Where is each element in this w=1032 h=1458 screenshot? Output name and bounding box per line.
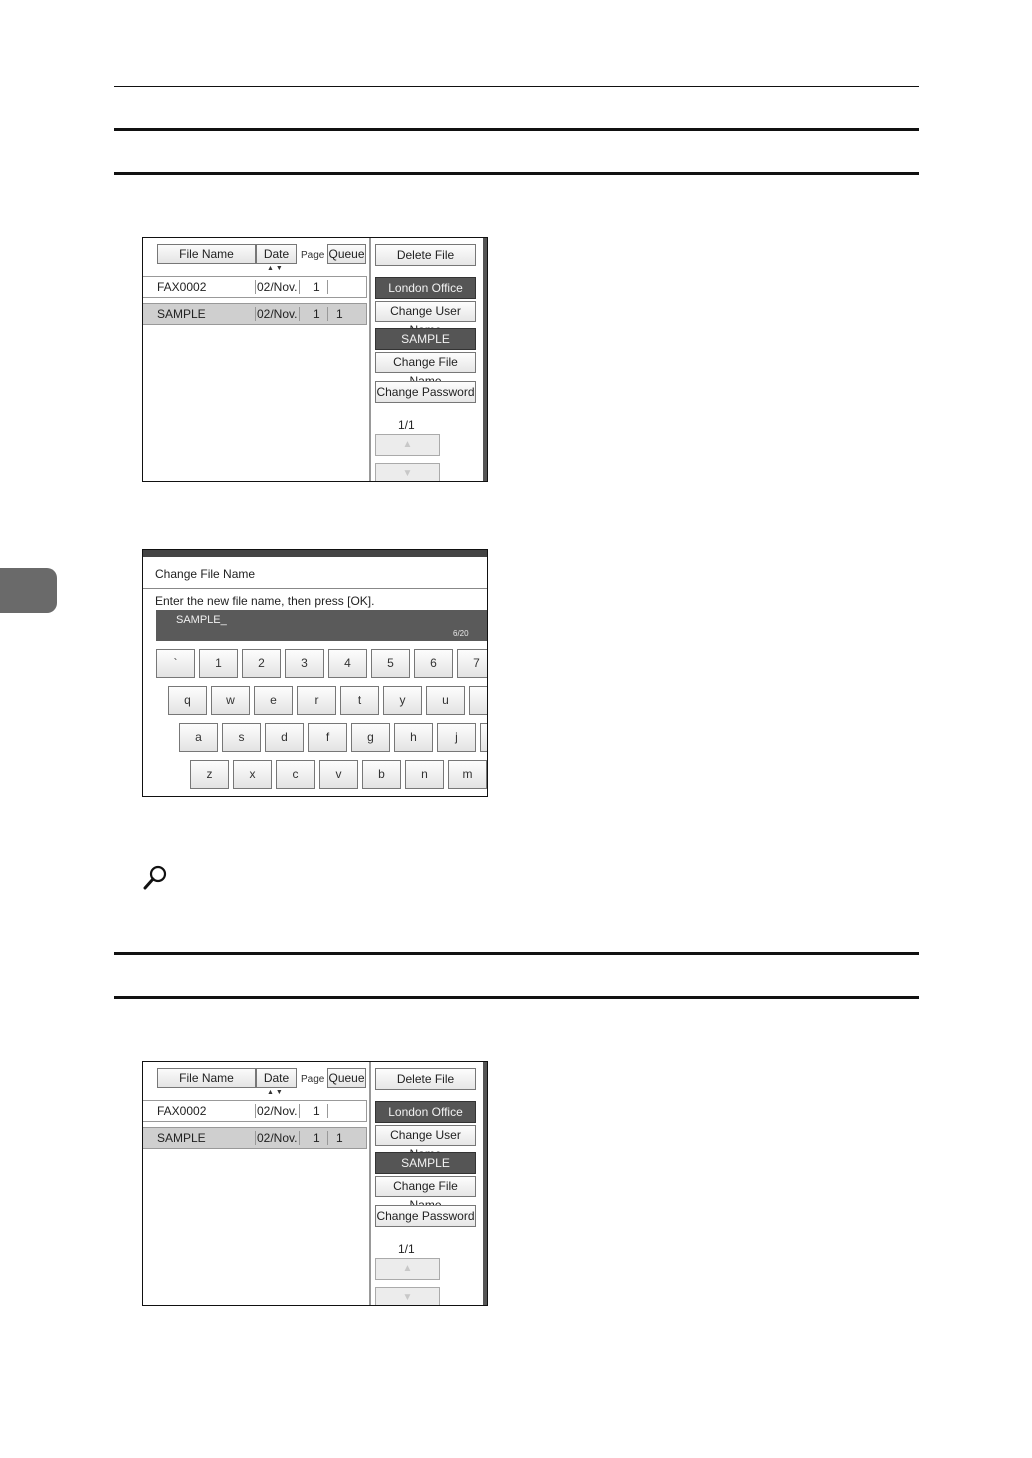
arrow-down-icon: ▼ (402, 1292, 413, 1303)
scroll-up-button[interactable]: ▲ (375, 434, 440, 456)
key-button[interactable]: j (437, 723, 476, 752)
scroll-down-button[interactable]: ▼ (375, 1287, 440, 1305)
dialog-title: Change File Name (155, 567, 256, 581)
sort-arrows-icon: ▲▼ (267, 265, 285, 272)
key-button[interactable]: 7 (457, 649, 487, 678)
row-page: 1 (313, 307, 320, 321)
table-row-selected[interactable]: SAMPLE 02/Nov. 1 1 (143, 303, 367, 325)
document-list-screen-2: File Name Date Page Queue ▲▼ FAX0002 02/… (142, 1061, 488, 1306)
row-date: 02/Nov. (257, 280, 298, 294)
change-file-name-button[interactable]: Change File Name (375, 352, 476, 388)
header-rule (114, 86, 919, 87)
section-rule-bottom (114, 172, 919, 175)
key-button[interactable]: 6 (414, 649, 453, 678)
date-column-header[interactable]: Date (256, 244, 297, 264)
key-button[interactable]: u (426, 686, 465, 715)
key-button[interactable]: c (276, 760, 315, 789)
scroll-down-button[interactable]: ▼ (375, 463, 440, 481)
key-button[interactable]: w (211, 686, 250, 715)
arrow-down-icon: ▼ (402, 468, 413, 479)
file-name-display: SAMPLE (375, 328, 476, 350)
row-page: 1 (313, 1131, 320, 1145)
row-file-name: FAX0002 (157, 280, 207, 294)
key-button[interactable]: a (179, 723, 218, 752)
sort-arrows-icon: ▲▼ (267, 1089, 285, 1096)
key-button[interactable]: ` (156, 649, 195, 678)
chapter-tab (0, 568, 57, 613)
key-button[interactable]: x (233, 760, 272, 789)
file-name-column-header[interactable]: File Name (157, 1068, 256, 1088)
row-queue: 1 (336, 1131, 343, 1145)
file-name-input[interactable]: SAMPLE_ 6/20 (156, 610, 487, 641)
instruction-text: Enter the new file name, then press [OK]… (155, 594, 375, 608)
key-button[interactable]: e (254, 686, 293, 715)
date-column-header[interactable]: Date (256, 1068, 297, 1088)
key-button[interactable] (469, 686, 487, 715)
queue-column-header[interactable]: Queue (327, 244, 366, 264)
page-column-label: Page (301, 1074, 325, 1085)
file-name-display: SAMPLE (375, 1152, 476, 1174)
table-row-selected[interactable]: SAMPLE 02/Nov. 1 1 (143, 1127, 367, 1149)
change-file-name-button[interactable]: Change File Name (375, 1176, 476, 1212)
key-button[interactable]: n (405, 760, 444, 789)
key-button[interactable]: t (340, 686, 379, 715)
table-row[interactable]: FAX0002 02/Nov. 1 (143, 1100, 367, 1122)
row-file-name: FAX0002 (157, 1104, 207, 1118)
row-date: 02/Nov. (257, 1131, 298, 1145)
key-button[interactable]: f (308, 723, 347, 752)
change-password-button[interactable]: Change Password (375, 1205, 476, 1227)
row-page: 1 (313, 280, 320, 294)
row-queue: 1 (336, 307, 343, 321)
key-button[interactable]: z (190, 760, 229, 789)
table-row[interactable]: FAX0002 02/Nov. 1 (143, 276, 367, 298)
change-password-button[interactable]: Change Password (375, 381, 476, 403)
key-button[interactable]: 3 (285, 649, 324, 678)
section-rule-top-2 (114, 952, 919, 955)
key-button[interactable]: 1 (199, 649, 238, 678)
change-user-name-button[interactable]: Change User Name (375, 301, 476, 337)
key-button[interactable]: g (351, 723, 390, 752)
section-rule-bottom-2 (114, 996, 919, 999)
key-button[interactable] (480, 723, 487, 752)
arrow-up-icon: ▲ (402, 1263, 413, 1274)
key-button[interactable]: 5 (371, 649, 410, 678)
key-button[interactable]: q (168, 686, 207, 715)
scroll-up-button[interactable]: ▲ (375, 1258, 440, 1280)
page-indicator: 1/1 (398, 418, 415, 432)
key-button[interactable]: h (394, 723, 433, 752)
section-rule-top (114, 128, 919, 131)
row-date: 02/Nov. (257, 307, 298, 321)
magnifier-icon (143, 865, 167, 890)
row-date: 02/Nov. (257, 1104, 298, 1118)
arrow-up-icon: ▲ (402, 439, 413, 450)
key-button[interactable]: r (297, 686, 336, 715)
page-indicator: 1/1 (398, 1242, 415, 1256)
change-user-name-button[interactable]: Change User Name (375, 1125, 476, 1161)
key-button[interactable]: 2 (242, 649, 281, 678)
user-name-display: London Office (375, 277, 476, 299)
delete-file-button[interactable]: Delete File (375, 1068, 476, 1090)
key-button[interactable]: d (265, 723, 304, 752)
change-file-name-screen: Change File Name Enter the new file name… (142, 549, 488, 797)
character-counter: 6/20 (453, 629, 469, 638)
row-file-name: SAMPLE (157, 307, 206, 321)
queue-column-header[interactable]: Queue (327, 1068, 366, 1088)
delete-file-button[interactable]: Delete File (375, 244, 476, 266)
row-file-name: SAMPLE (157, 1131, 206, 1145)
user-name-display: London Office (375, 1101, 476, 1123)
key-button[interactable]: m (448, 760, 487, 789)
row-page: 1 (313, 1104, 320, 1118)
key-button[interactable]: v (319, 760, 358, 789)
document-list-screen: File Name Date Page Queue ▲▼ FAX0002 02/… (142, 237, 488, 482)
input-value: SAMPLE_ (176, 614, 227, 626)
key-button[interactable]: 4 (328, 649, 367, 678)
page-column-label: Page (301, 250, 325, 261)
key-button[interactable]: s (222, 723, 261, 752)
file-name-column-header[interactable]: File Name (157, 244, 256, 264)
key-button[interactable]: b (362, 760, 401, 789)
key-button[interactable]: y (383, 686, 422, 715)
